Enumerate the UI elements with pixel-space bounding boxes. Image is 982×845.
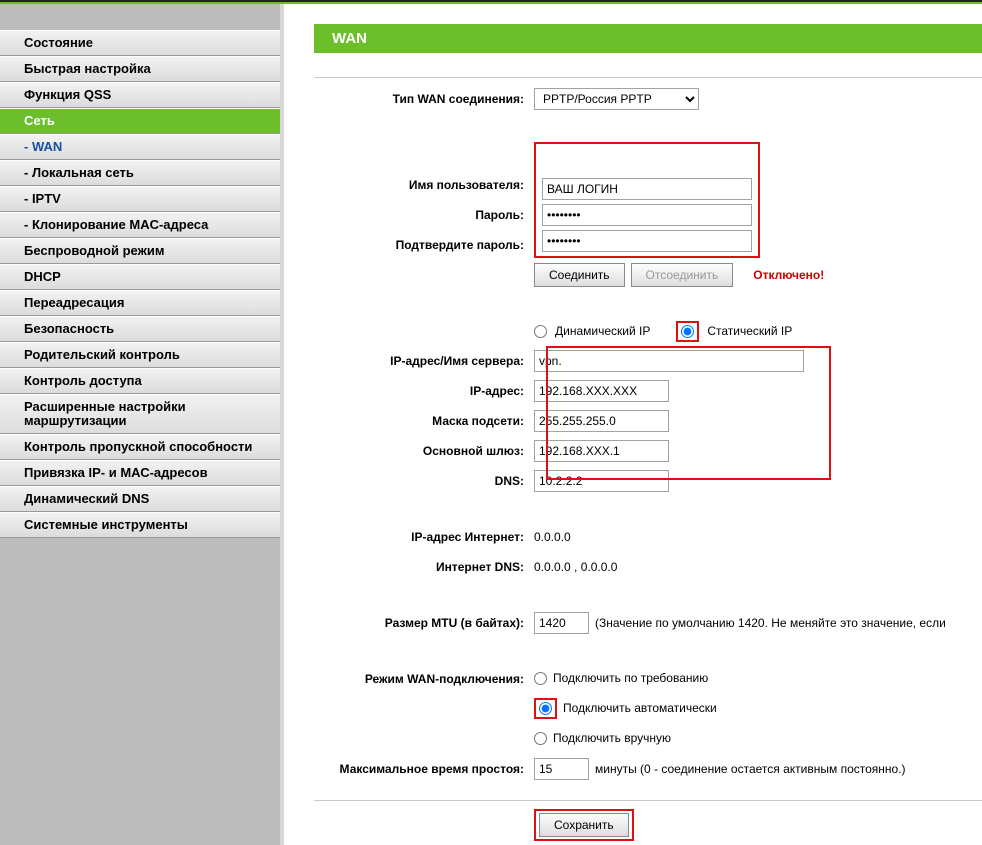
dynamic-ip-label: Динамический IP: [555, 324, 650, 338]
mode-demand-radio[interactable]: [534, 672, 547, 685]
sidebar-item[interactable]: Динамический DNS: [0, 486, 280, 512]
gateway-label: Основной шлюз:: [314, 444, 534, 458]
static-ip-radio[interactable]: [681, 325, 694, 338]
mask-label: Маска подсети:: [314, 414, 534, 428]
static-ip-label: Статический IP: [707, 324, 792, 338]
sidebar-subitem[interactable]: - IPTV: [0, 186, 280, 212]
divider-bottom: [314, 800, 982, 801]
password-confirm-label: Подтвердите пароль:: [314, 238, 534, 252]
sidebar-item[interactable]: Контроль пропускной способности: [0, 434, 280, 460]
internet-dns-value: 0.0.0.0 , 0.0.0.0: [534, 560, 617, 574]
sidebar-item[interactable]: Беспроводной режим: [0, 238, 280, 264]
wan-mode-label: Режим WAN-подключения:: [314, 672, 534, 686]
ip-input[interactable]: [534, 380, 669, 402]
sidebar-item[interactable]: Родительский контроль: [0, 342, 280, 368]
connection-status: Отключено!: [753, 268, 824, 282]
sidebar-subitem[interactable]: - Клонирование MAC-адреса: [0, 212, 280, 238]
divider: [314, 77, 982, 78]
idle-label: Максимальное время простоя:: [314, 762, 534, 776]
mtu-input[interactable]: [534, 612, 589, 634]
mode-manual-radio[interactable]: [534, 732, 547, 745]
save-highlight: Сохранить: [534, 809, 634, 841]
sidebar-item[interactable]: Системные инструменты: [0, 512, 280, 538]
sidebar-item[interactable]: Привязка IP- и МАС-адресов: [0, 460, 280, 486]
mode-auto-highlight: [534, 698, 557, 719]
gateway-input[interactable]: [534, 440, 669, 462]
mode-demand-label: Подключить по требованию: [553, 671, 708, 685]
idle-note: минуты (0 - соединение остается активным…: [595, 762, 906, 776]
mode-manual-label: Подключить вручную: [553, 731, 671, 745]
sidebar-item[interactable]: Функция QSS: [0, 82, 280, 108]
mask-input[interactable]: [534, 410, 669, 432]
mode-auto-radio[interactable]: [539, 702, 552, 715]
sidebar-item[interactable]: Быстрая настройка: [0, 56, 280, 82]
idle-input[interactable]: [534, 758, 589, 780]
internet-dns-label: Интернет DNS:: [314, 560, 534, 574]
dns-input[interactable]: [534, 470, 669, 492]
mode-auto-label: Подключить автоматически: [563, 701, 717, 715]
sidebar-subitem[interactable]: - Локальная сеть: [0, 160, 280, 186]
sidebar-item[interactable]: Расширенные настройки маршрутизации: [0, 394, 280, 434]
username-label: Имя пользователя:: [314, 178, 534, 192]
wan-type-label: Тип WAN соединения:: [314, 92, 534, 106]
connect-button[interactable]: Соединить: [534, 263, 625, 287]
sidebar-item[interactable]: Переадресация: [0, 290, 280, 316]
static-ip-highlight: [676, 321, 699, 342]
sidebar: СостояниеБыстрая настройкаФункция QSSСет…: [0, 4, 280, 845]
ip-label: IP-адрес:: [314, 384, 534, 398]
save-button[interactable]: Сохранить: [539, 813, 629, 837]
internet-ip-value: 0.0.0.0: [534, 530, 571, 544]
sidebar-item[interactable]: DHCP: [0, 264, 280, 290]
sidebar-item[interactable]: Контроль доступа: [0, 368, 280, 394]
sidebar-subitem[interactable]: - WAN: [0, 134, 280, 160]
mtu-label: Размер MTU (в байтах):: [314, 616, 534, 630]
panel-title: WAN: [314, 24, 982, 53]
mtu-note: (Значение по умолчанию 1420. Не меняйте …: [595, 616, 946, 630]
password-label: Пароль:: [314, 208, 534, 222]
server-input[interactable]: [534, 350, 804, 372]
dynamic-ip-radio[interactable]: [534, 325, 547, 338]
content-area: WAN Тип WAN соединения: PPTP/Россия PPTP: [280, 4, 982, 845]
sidebar-item[interactable]: Состояние: [0, 30, 280, 56]
server-label: IP-адрес/Имя сервера:: [314, 354, 534, 368]
sidebar-item[interactable]: Сеть: [0, 108, 280, 134]
dns-label: DNS:: [314, 474, 534, 488]
internet-ip-label: IP-адрес Интернет:: [314, 530, 534, 544]
wan-type-select[interactable]: PPTP/Россия PPTP: [534, 88, 699, 110]
disconnect-button[interactable]: Отсоединить: [631, 263, 734, 287]
sidebar-item[interactable]: Безопасность: [0, 316, 280, 342]
